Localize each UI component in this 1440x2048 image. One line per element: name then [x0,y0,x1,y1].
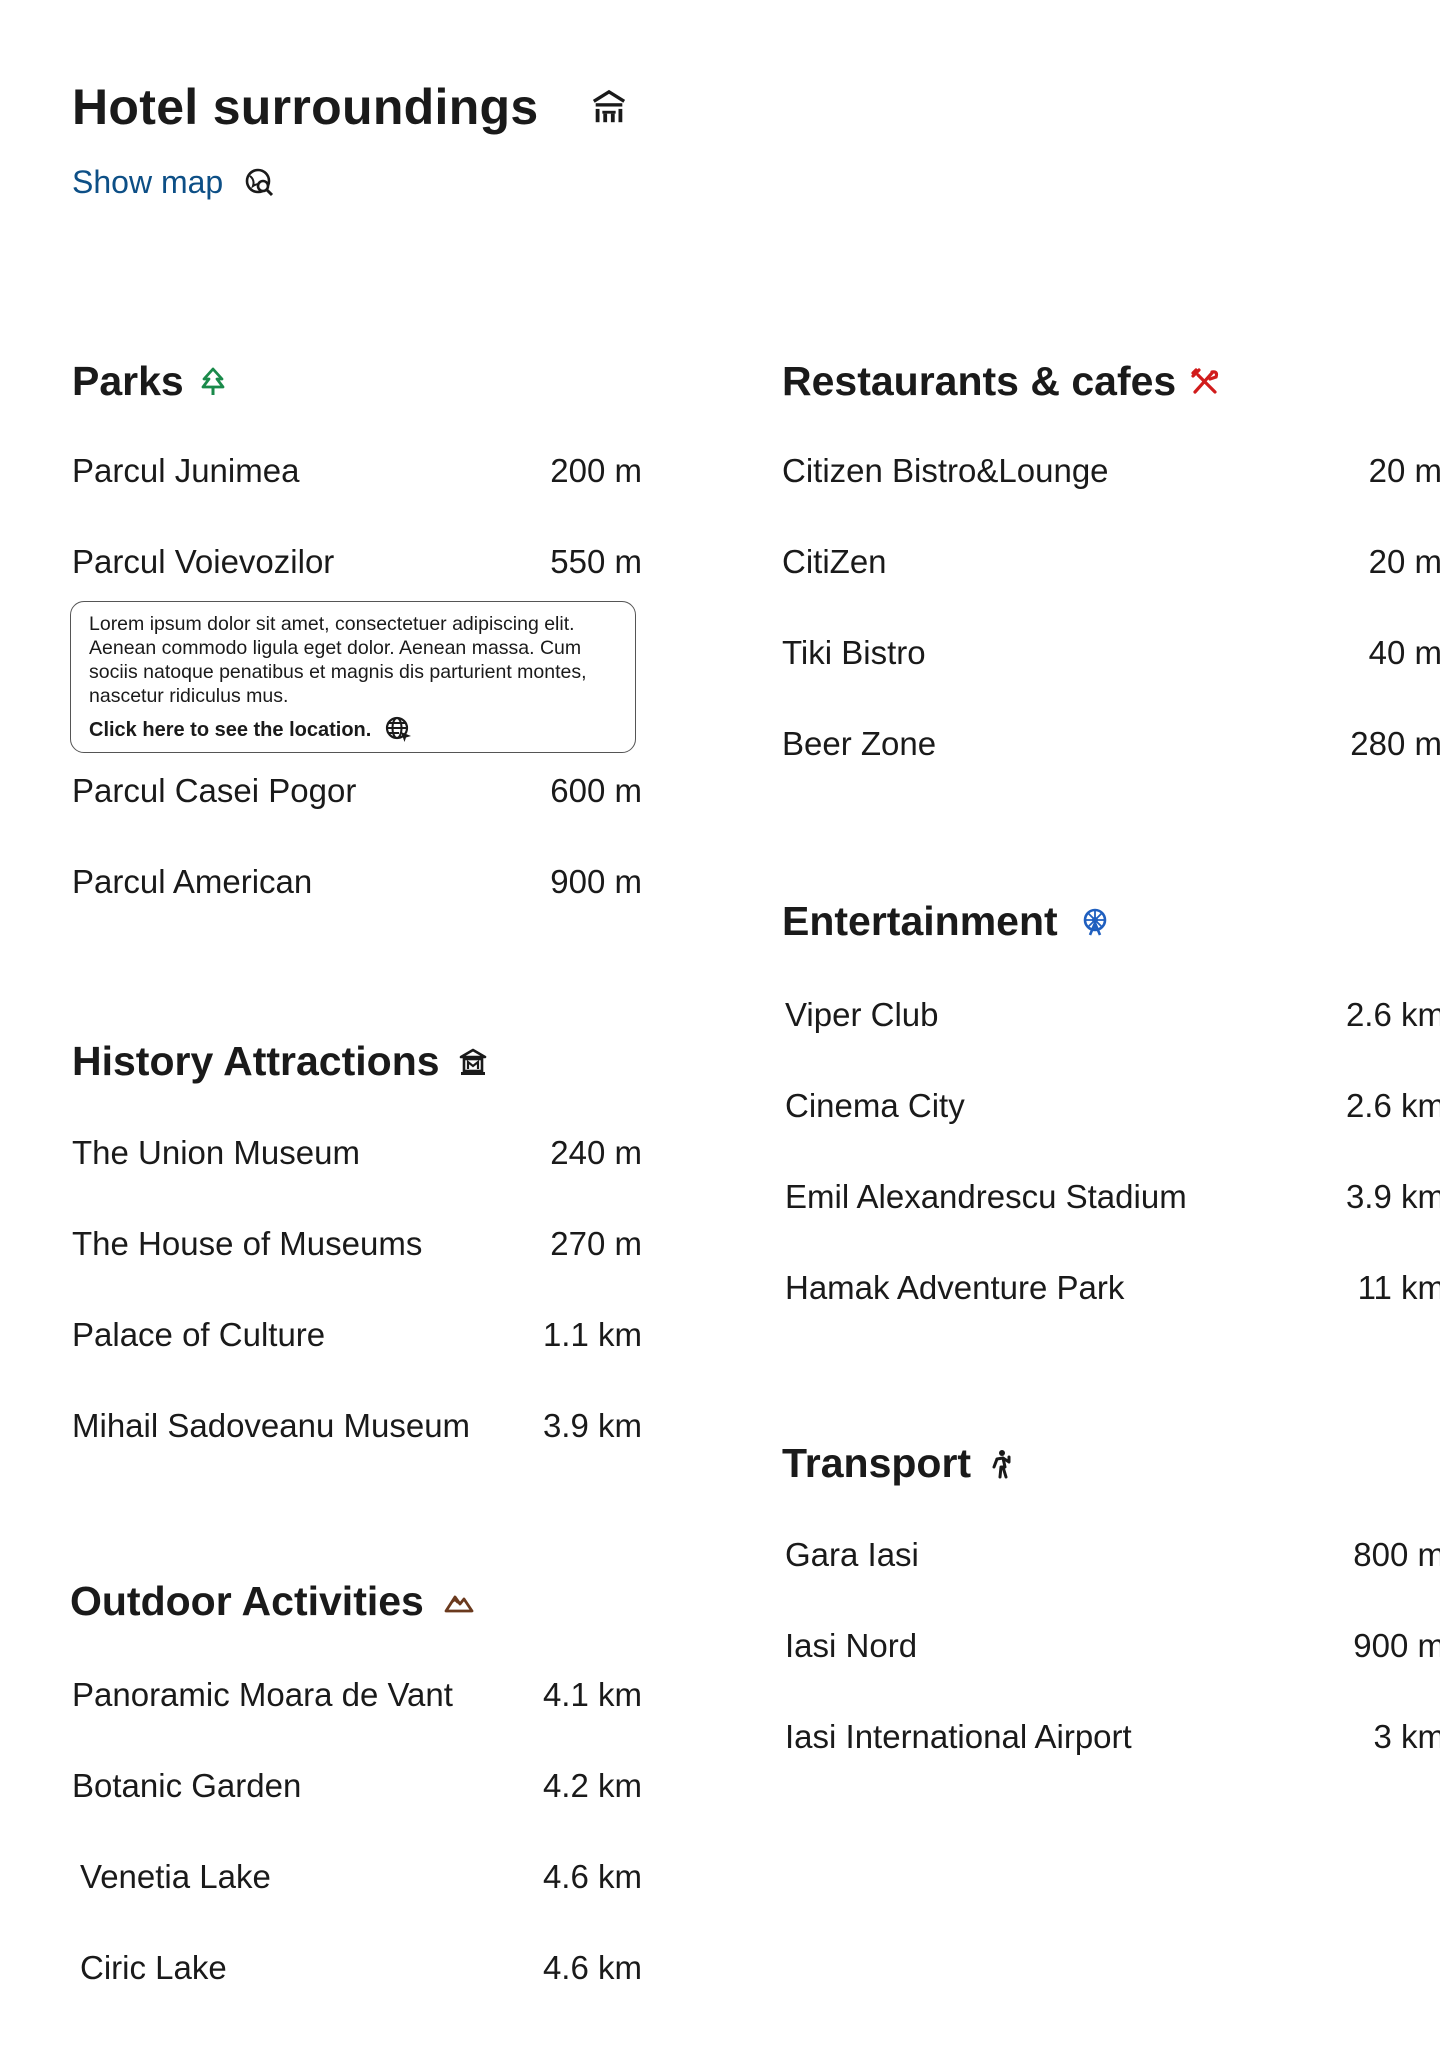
place-distance: 20 m [1368,452,1440,489]
list-item[interactable]: Palace of Culture 1.1 km [72,1316,642,1354]
place-name: Parcul Voievozilor [72,543,335,580]
place-distance: 4.6 km [542,1949,642,1986]
history-section-header: History Attractions [72,1038,488,1085]
place-name: Venetia Lake [80,1858,271,1895]
place-name: Beer Zone [782,725,937,762]
place-distance: 550 m [550,543,642,580]
place-name: Panoramic Moara de Vant [72,1676,453,1713]
place-name: Iasi International Airport [785,1718,1132,1755]
restaurants-section-header: Restaurants & cafes [782,358,1220,405]
place-distance: 280 m [1350,725,1440,762]
place-distance: 4.6 km [542,1858,642,1895]
parks-section-header: Parks [72,358,228,405]
list-item[interactable]: Tiki Bistro 40 m [782,634,1440,672]
list-item[interactable]: Iasi International Airport 3 km [785,1718,1440,1756]
place-distance: 200 m [550,452,642,489]
list-item[interactable]: Iasi Nord 900 m [785,1627,1440,1665]
place-distance: 4.1 km [542,1676,642,1713]
place-name: Cinema City [785,1087,965,1124]
tooltip-link-label: Click here to see the location. [89,719,372,741]
tree-icon [201,367,225,395]
list-item[interactable]: Parcul Voievozilor 550 m [72,543,642,581]
place-name: Gara Iasi [785,1536,919,1573]
transport-section-header: Transport [782,1440,1015,1487]
list-item[interactable]: Venetia Lake 4.6 km [80,1858,642,1896]
place-name: Parcul Casei Pogor [72,772,357,809]
place-name: The House of Museums [72,1225,423,1262]
place-name: Tiki Bistro [782,634,926,671]
place-name: The Union Museum [72,1134,360,1171]
walking-person-icon [992,1449,1011,1478]
list-item[interactable]: Gara Iasi 800 m [785,1536,1440,1574]
place-distance: 2.6 km [1345,1087,1440,1124]
tooltip-text: Lorem ipsum dolor sit amet, consectetuer… [89,613,587,707]
place-distance: 900 m [1353,1627,1440,1664]
place-name: Botanic Garden [72,1767,302,1804]
list-item[interactable]: Cinema City 2.6 km [785,1087,1440,1125]
place-name: Viper Club [785,996,939,1033]
place-distance: 900 m [550,863,642,900]
fork-knife-icon [1191,367,1219,394]
place-name: Citizen Bistro&Lounge [782,452,1109,489]
place-distance: 40 m [1368,634,1440,671]
place-name: Parcul American [72,863,313,900]
place-distance: 3.9 km [1345,1178,1440,1215]
place-name: Parcul Junimea [72,452,300,489]
list-item[interactable]: Viper Club 2.6 km [785,996,1440,1034]
place-distance: 270 m [550,1225,642,1262]
place-name: CitiZen [782,543,887,580]
mountain-icon [444,1595,474,1612]
list-item[interactable]: The House of Museums 270 m [72,1225,642,1263]
place-distance: 4.2 km [542,1767,642,1804]
globe-pointer-icon [386,716,412,742]
place-name: Ciric Lake [80,1949,227,1986]
entertainment-section-header: Entertainment [782,898,1110,945]
outdoor-title: Outdoor Activities [70,1578,424,1624]
place-distance: 3.9 km [542,1407,642,1444]
transport-title: Transport [782,1440,972,1486]
hotel-building-icon [592,89,626,123]
place-name: Hamak Adventure Park [785,1269,1125,1306]
page-title: Hotel surroundings [72,79,539,135]
history-title: History Attractions [72,1038,440,1084]
tooltip-location-link[interactable]: Click here to see the location. [89,716,617,744]
entertainment-title: Entertainment [782,898,1058,944]
list-item[interactable]: Citizen Bistro&Lounge 20 m [782,452,1440,490]
map-search-icon [245,168,274,196]
place-distance: 1.1 km [542,1316,642,1353]
outdoor-section-header: Outdoor Activities [70,1578,474,1625]
place-name: Iasi Nord [785,1627,918,1664]
show-map-label: Show map [72,164,224,200]
parks-title: Parks [72,358,184,404]
place-distance: 2.6 km [1345,996,1440,1033]
list-item[interactable]: Panoramic Moara de Vant 4.1 km [72,1676,642,1714]
place-name: Mihail Sadoveanu Museum [72,1407,471,1444]
list-item[interactable]: Botanic Garden 4.2 km [72,1767,642,1805]
ferris-wheel-icon [1083,908,1106,935]
place-distance: 3 km [1373,1718,1440,1755]
list-item[interactable]: The Union Museum 240 m [72,1134,642,1172]
show-map-link[interactable]: Show map [72,164,275,201]
list-item[interactable]: Parcul American 900 m [72,863,642,901]
list-item[interactable]: Emil Alexandrescu Stadium 3.9 km [785,1178,1440,1216]
location-tooltip: Lorem ipsum dolor sit amet, consectetuer… [70,601,636,753]
restaurants-title: Restaurants & cafes [782,358,1177,404]
list-item[interactable]: Parcul Junimea 200 m [72,452,642,490]
list-item[interactable]: Beer Zone 280 m [782,725,1440,763]
museum-icon [459,1048,486,1075]
list-item[interactable]: CitiZen 20 m [782,543,1440,581]
place-name: Palace of Culture [72,1316,326,1353]
list-item[interactable]: Ciric Lake 4.6 km [80,1949,642,1987]
list-item[interactable]: Parcul Casei Pogor 600 m [72,772,642,810]
place-distance: 800 m [1353,1536,1440,1573]
place-name: Emil Alexandrescu Stadium [785,1178,1187,1215]
place-distance: 11 km [1357,1269,1440,1306]
list-item[interactable]: Hamak Adventure Park 11 km [785,1269,1440,1307]
place-distance: 240 m [550,1134,642,1171]
place-distance: 600 m [550,772,642,809]
place-distance: 20 m [1368,543,1440,580]
list-item[interactable]: Mihail Sadoveanu Museum 3.9 km [72,1407,642,1445]
